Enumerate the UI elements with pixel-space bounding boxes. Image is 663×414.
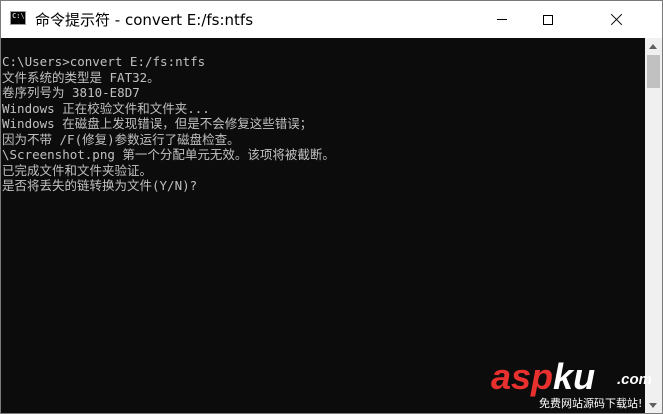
scroll-down-arrow-icon[interactable] bbox=[649, 403, 657, 408]
console-line: 因为不带 /F(修复)参数运行了磁盘检查。 bbox=[2, 131, 240, 147]
console-output[interactable]: C:\Users>convert E:/fs:ntfs 文件系统的类型是 FAT… bbox=[1, 38, 645, 413]
window-title: 命令提示符 - convert E:/fs:ntfs bbox=[35, 11, 254, 29]
cmd-icon[interactable]: C:\ bbox=[10, 11, 26, 25]
close-button[interactable] bbox=[571, 1, 662, 38]
cmd-window: C:\ 命令提示符 - convert E:/fs:ntfs C:\Users>… bbox=[0, 0, 663, 414]
console-line: \Screenshot.png 第一个分配单元无效。该项将被截断。 bbox=[2, 147, 335, 162]
scroll-up-arrow-icon[interactable] bbox=[649, 44, 657, 49]
vertical-scrollbar[interactable] bbox=[645, 38, 662, 413]
scrollbar-thumb[interactable] bbox=[647, 55, 660, 88]
console-line: 卷序列号为 3810-E8D7 bbox=[2, 85, 140, 100]
minimize-icon bbox=[497, 19, 507, 20]
console-line: C:\Users>convert E:/fs:ntfs bbox=[2, 54, 206, 69]
console-line: Windows 正在校验文件和文件夹... bbox=[2, 100, 210, 116]
title-bar[interactable]: C:\ 命令提示符 - convert E:/fs:ntfs bbox=[1, 1, 662, 38]
console-line: 已完成文件和文件夹验证。 bbox=[2, 162, 153, 178]
console-line: Windows 在磁盘上发现错误，但是不会修复这些错误； bbox=[2, 116, 313, 131]
close-icon bbox=[610, 13, 623, 26]
console-prompt-line: 是否将丢失的链转换为文件(Y/N)? bbox=[2, 178, 198, 193]
maximize-button[interactable] bbox=[525, 1, 571, 38]
maximize-icon bbox=[543, 14, 553, 25]
minimize-button[interactable] bbox=[479, 1, 525, 38]
console-line: 文件系统的类型是 FAT32。 bbox=[2, 69, 160, 85]
cmd-icon-text: C:\ bbox=[12, 12, 25, 20]
